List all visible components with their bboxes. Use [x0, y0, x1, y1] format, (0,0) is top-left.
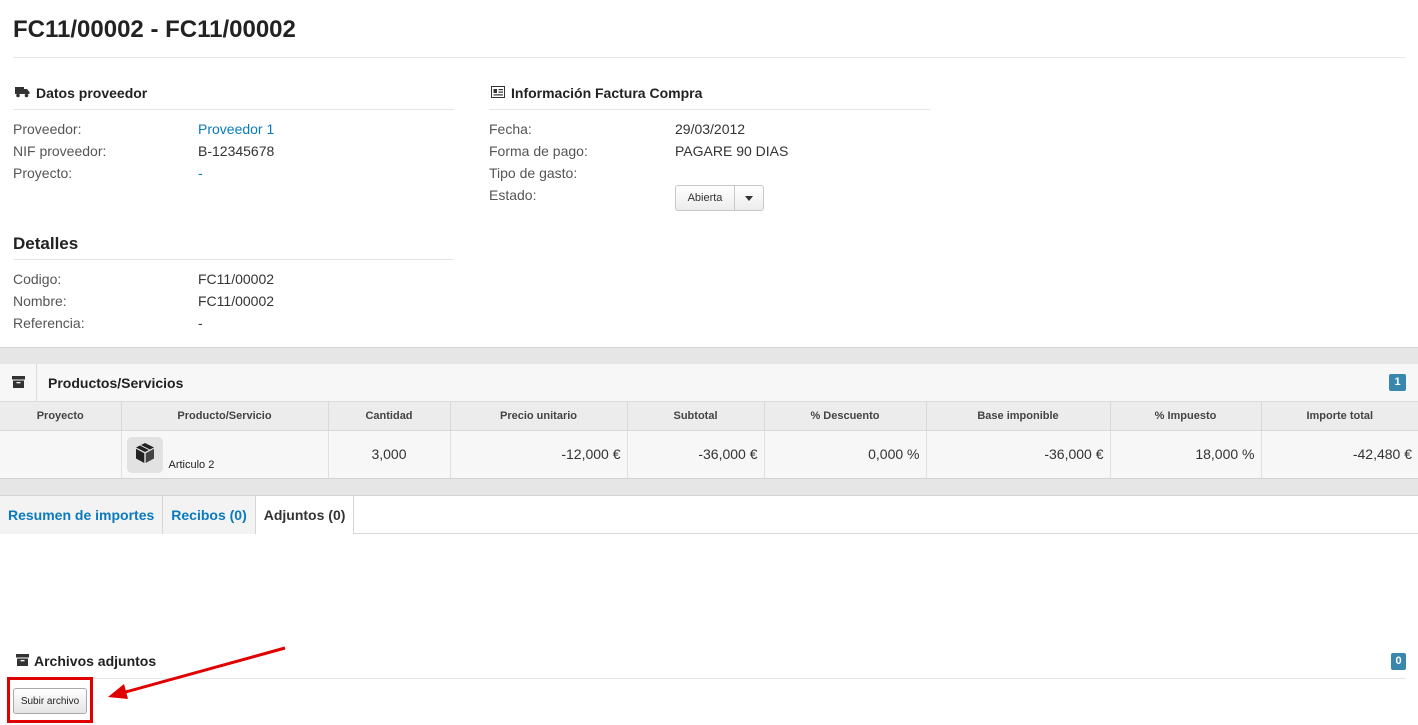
tab-recibos[interactable]: Recibos (0) [163, 496, 256, 534]
products-table-header: Proyecto Producto/Servicio Cantidad Prec… [0, 402, 1418, 431]
taxable-base-cell: -36,000 € [926, 430, 1111, 479]
product-name: Articulo 2 [168, 458, 215, 471]
unit-price-cell: -12,000 € [450, 430, 628, 479]
products-panel-title: Productos/Servicios [48, 375, 184, 391]
product-thumbnail [126, 436, 163, 473]
project-link[interactable]: - [198, 165, 203, 181]
truck-icon [15, 85, 30, 101]
code-label: Codigo: [13, 271, 62, 287]
products-panel-header: Productos/Servicios 1 [0, 364, 1418, 402]
name-value: FC11/00002 [198, 293, 275, 309]
column-header: Subtotal [627, 402, 765, 431]
column-header: Precio unitario [450, 402, 628, 431]
expense-type-label: Tipo de gasto: [489, 165, 578, 181]
id-card-icon [491, 85, 505, 101]
archive-icon [16, 653, 29, 669]
table-bottom-separator [0, 478, 1418, 496]
quantity-cell: 3,000 [328, 430, 451, 479]
caret-down-icon [745, 195, 753, 201]
subtotal-cell: -36,000 € [627, 430, 765, 479]
supplier-section-heading: Datos proveedor [15, 85, 147, 101]
column-header: Producto/Servicio [121, 402, 329, 431]
details-divider [13, 259, 454, 260]
detail-tabs: Resumen de importes Recibos (0) Adjuntos… [0, 496, 1418, 535]
tab-resumen-importes[interactable]: Resumen de importes [0, 496, 164, 534]
product-cell: Articulo 2 [121, 430, 329, 479]
name-label: Nombre: [13, 293, 67, 309]
status-button[interactable]: Abierta [676, 186, 735, 210]
supplier-nif-label: NIF proveedor: [13, 143, 107, 159]
column-header: Proyecto [0, 402, 122, 431]
payment-method-label: Forma de pago: [489, 143, 588, 159]
annotation-highlight-box [7, 677, 93, 723]
supplier-nif-value: B-12345678 [198, 143, 275, 159]
date-label: Fecha: [489, 121, 532, 137]
supplier-heading-label: Datos proveedor [36, 85, 148, 101]
project-cell [0, 430, 122, 479]
status-dropdown[interactable]: Abierta [675, 185, 764, 211]
box-icon [135, 442, 155, 467]
invoice-divider [489, 109, 930, 110]
invoice-heading-label: Información Factura Compra [511, 85, 703, 101]
column-header: Importe total [1261, 402, 1418, 431]
total-cell: -42,480 € [1261, 430, 1418, 479]
supplier-label: Proveedor: [13, 121, 82, 137]
date-value: 29/03/2012 [675, 121, 746, 137]
tax-cell: 18,000 % [1110, 430, 1262, 479]
column-header: % Descuento [764, 402, 927, 431]
tab-adjuntos[interactable]: Adjuntos (0) [255, 496, 355, 535]
invoice-section-heading: Información Factura Compra [491, 85, 702, 101]
products-table: Proyecto Producto/Servicio Cantidad Prec… [0, 402, 1418, 479]
column-header: % Impuesto [1110, 402, 1262, 431]
page-title: FC11/00002 - FC11/00002 [13, 16, 296, 43]
table-row: Articulo 2 3,000 -12,000 € -36,000 € 0,0… [0, 430, 1418, 479]
products-icon-box [0, 364, 37, 402]
payment-method-value: PAGARE 90 DIAS [675, 143, 789, 159]
discount-cell: 0,000 % [764, 430, 927, 479]
code-value: FC11/00002 [198, 271, 275, 287]
title-divider [13, 57, 1406, 58]
attachments-count-badge: 0 [1391, 653, 1406, 670]
section-separator [0, 347, 1418, 365]
supplier-link[interactable]: Proveedor 1 [198, 121, 274, 137]
annotation-arrow [108, 646, 286, 699]
column-header: Base imponible [926, 402, 1111, 431]
status-label: Estado: [489, 187, 537, 203]
details-heading: Detalles [13, 234, 79, 253]
reference-label: Referencia: [13, 315, 85, 331]
products-count-badge: 1 [1389, 374, 1406, 391]
project-label: Proyecto: [13, 165, 73, 181]
reference-value: - [198, 315, 203, 331]
column-header: Cantidad [328, 402, 451, 431]
supplier-divider [13, 109, 454, 110]
archive-icon [11, 375, 25, 391]
status-dropdown-toggle[interactable] [735, 186, 763, 210]
